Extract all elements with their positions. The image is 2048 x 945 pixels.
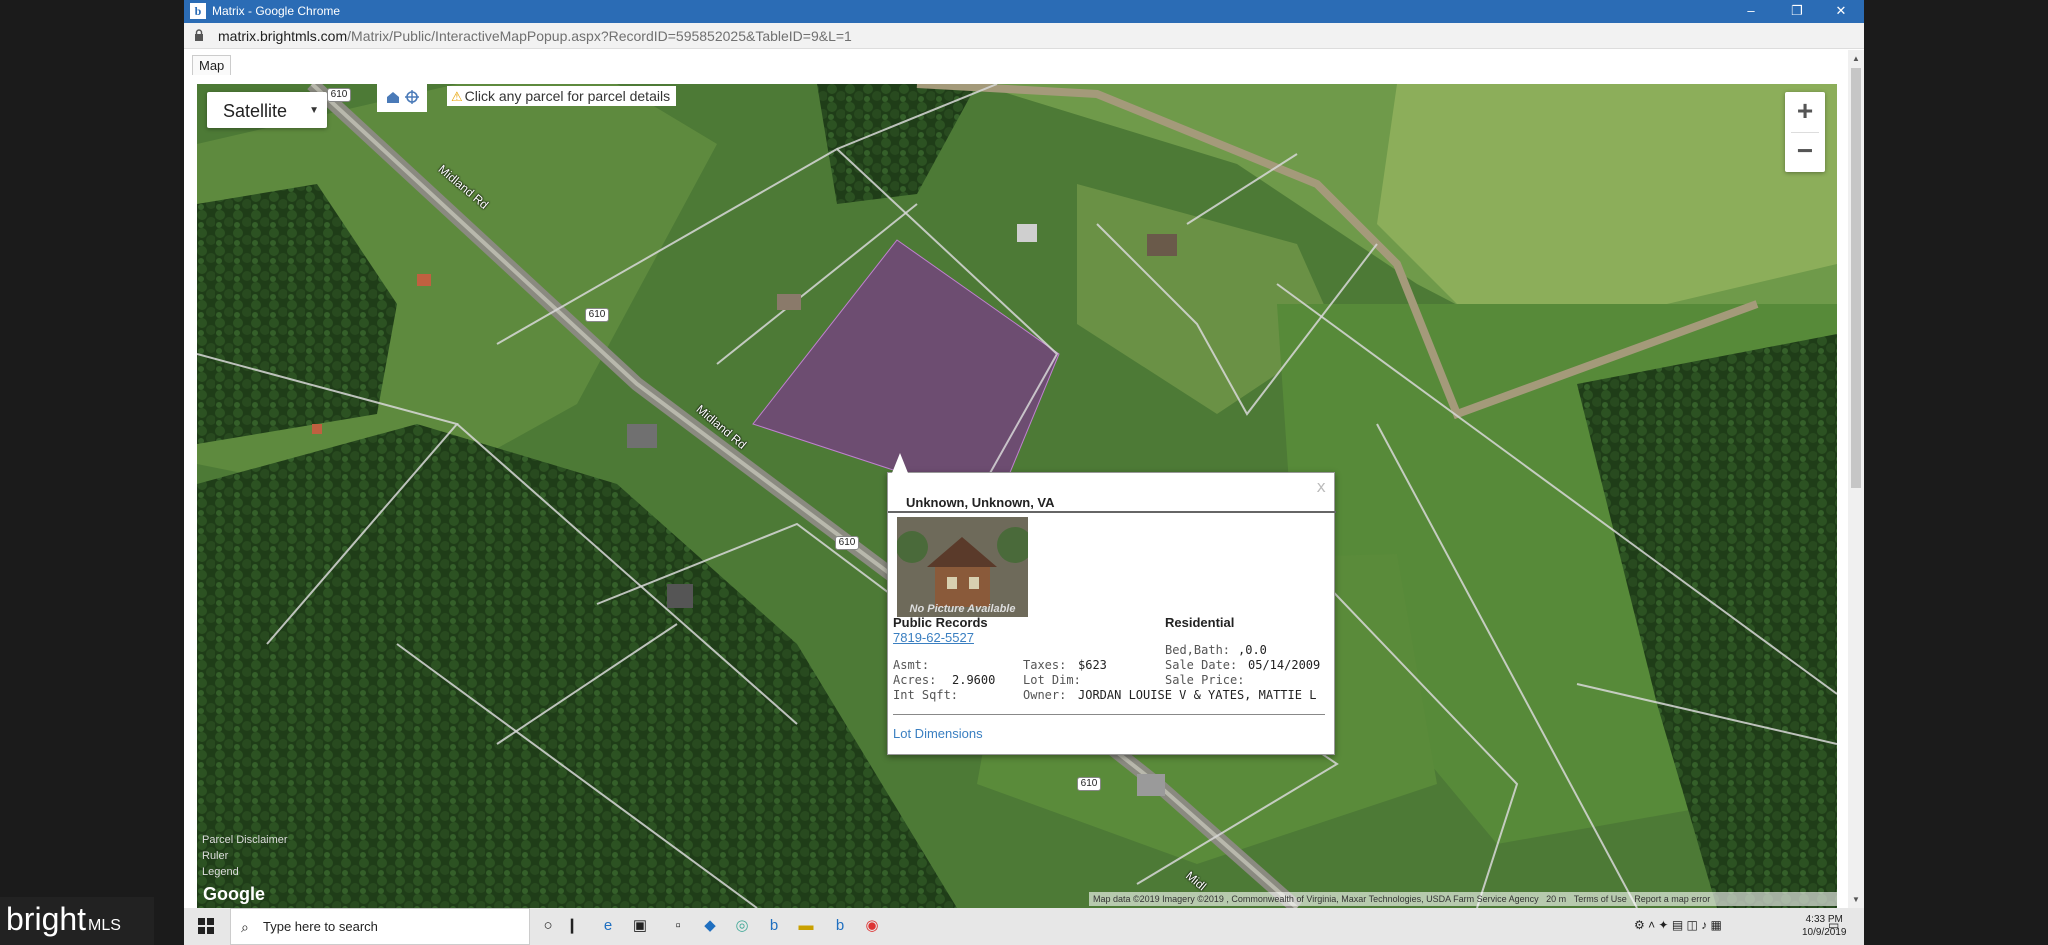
google-logo: Google <box>203 884 265 904</box>
parcel-layer-icon[interactable] <box>385 89 401 105</box>
lot-dim-label: Lot Dim: <box>1023 673 1081 687</box>
taxes-value: $623 <box>1078 658 1107 672</box>
clock-date: 10/9/2019 <box>1802 927 1847 938</box>
taskbar-clock[interactable]: 4:33 PM 10/9/2019 <box>1802 913 1847 939</box>
bing-icon[interactable]: b <box>764 916 784 936</box>
windows-taskbar: ⌕ Type here to search ○ ❙ e ▣ ▫ ◆ ◎ b ▬ … <box>184 908 1864 945</box>
sale-date-label: Sale Date: <box>1165 658 1238 672</box>
watermark-brand: bright <box>6 901 87 937</box>
asmt-label: Asmt: <box>893 658 930 672</box>
taskbar-search-placeholder: Type here to search <box>263 919 378 934</box>
tab-map[interactable]: Map <box>192 55 232 75</box>
watermark-suffix: MLS <box>88 917 121 934</box>
task-view-icon[interactable]: ❙ <box>562 916 582 936</box>
tray-icons[interactable]: ⚙ ˄ ✦ ▤ ◫ ♪ ▦ <box>1634 918 1722 932</box>
url-path: /Matrix/Public/InteractiveMapPopup.aspx?… <box>347 28 852 44</box>
url-text[interactable]: matrix.brightmls.com/Matrix/Public/Inter… <box>218 28 852 44</box>
popup-bottom-divider <box>893 714 1325 715</box>
acres-label: Acres: <box>893 673 937 687</box>
route-shield: 610 <box>1077 777 1101 791</box>
popup-close-icon[interactable]: x <box>1316 477 1326 496</box>
sale-date-value: 05/14/2009 <box>1248 658 1321 672</box>
zoom-control: + − <box>1785 92 1825 172</box>
app-icon[interactable]: ◎ <box>732 916 752 936</box>
map-attribution: Map data ©2019 Imagery ©2019 , Commonwea… <box>1089 892 1837 906</box>
page-scrollbar[interactable]: ▲ ▼ <box>1848 50 1864 908</box>
bed-bath-value: ,0.0 <box>1238 643 1267 657</box>
zoom-in-button[interactable]: + <box>1785 92 1825 132</box>
search-icon: ⌕ <box>241 919 249 935</box>
notifications-icon[interactable]: ▭ <box>1828 918 1839 932</box>
map-type-label: Satellite <box>223 101 288 121</box>
close-window-button[interactable]: ✕ <box>1818 0 1864 23</box>
lot-dimensions-link[interactable]: Lot Dimensions <box>893 726 983 741</box>
route-shield: 610 <box>327 88 351 102</box>
property-photo: No Picture Available <box>897 517 1028 617</box>
parcel-disclaimer-link[interactable]: Parcel Disclaimer <box>202 834 288 846</box>
map-tools <box>377 84 427 112</box>
url-host: matrix.brightmls.com <box>218 28 348 44</box>
popup-pointer <box>892 453 908 473</box>
screen-bezel-right <box>1864 0 2048 945</box>
cortana-icon[interactable]: ○ <box>538 916 558 936</box>
lock-icon <box>195 29 203 41</box>
house-placeholder-icon <box>897 517 1028 617</box>
public-records-heading: Public Records <box>893 615 988 630</box>
ruler-link[interactable]: Ruler <box>202 850 228 862</box>
sale-price-label: Sale Price: <box>1165 673 1245 687</box>
no-picture-text: No Picture Available <box>909 603 1016 615</box>
scroll-down-arrow-icon[interactable]: ▼ <box>1852 895 1860 904</box>
address-bar[interactable]: matrix.brightmls.com/Matrix/Public/Inter… <box>184 23 1864 49</box>
taxes-label: Taxes: <box>1023 658 1067 672</box>
windows-start-icon[interactable] <box>198 918 214 934</box>
route-shield: 610 <box>585 308 609 322</box>
notes-icon[interactable]: ▫ <box>668 916 688 936</box>
warning-icon: ⚠ <box>451 89 463 104</box>
edge-browser-icon[interactable]: e <box>598 916 618 936</box>
satellite-map[interactable]: Satellite ▼ ⚠ Click any parcel for parcel… <box>197 84 1837 908</box>
int-sqft-label: Int Sqft: <box>893 688 959 702</box>
window-titlebar: b Matrix - Google Chrome ‒ ❐ ✕ <box>184 0 1864 23</box>
page-tabstrip: Map <box>184 49 1864 79</box>
store-icon[interactable]: ▣ <box>630 916 650 936</box>
attribution-data: Map data ©2019 Imagery ©2019 , Commonwea… <box>1093 894 1539 904</box>
scroll-up-arrow-icon[interactable]: ▲ <box>1852 54 1860 63</box>
legend-link[interactable]: Legend <box>202 866 239 878</box>
maximize-button[interactable]: ❐ <box>1774 0 1820 23</box>
parcel-hint-text: Click any parcel for parcel details <box>464 88 671 104</box>
parcel-id-link[interactable]: 7819-62-5527 <box>893 630 974 645</box>
screen-bezel-left <box>0 0 184 945</box>
popup-address: Unknown, Unknown, VA <box>906 495 1055 510</box>
window-title: Matrix - Google Chrome <box>212 4 341 18</box>
route-shield: 610 <box>835 536 859 550</box>
terms-link[interactable]: Terms of Use <box>1574 894 1627 904</box>
zoom-out-button[interactable]: − <box>1785 132 1825 172</box>
chrome-icon[interactable]: ◉ <box>862 916 882 936</box>
matrix-app-icon: b <box>190 3 206 19</box>
parcel-hint: ⚠ Click any parcel for parcel details <box>447 86 677 106</box>
acres-value: 2.9600 <box>952 673 996 687</box>
taskbar-search-box[interactable]: ⌕ Type here to search <box>230 908 530 945</box>
file-explorer-icon[interactable]: ▬ <box>796 916 816 936</box>
matrix-taskbar-icon[interactable]: b <box>830 916 850 936</box>
scrollbar-thumb[interactable] <box>1851 68 1861 488</box>
parcel-info-popup: x Unknown, Unknown, VA No Picture Availa… <box>887 453 1336 755</box>
clock-time: 4:33 PM <box>1805 914 1843 925</box>
bed-bath-label: Bed,Bath: <box>1165 643 1231 657</box>
bright-mls-watermark: bright MLS <box>0 897 154 945</box>
owner-value: JORDAN LOUISE V & YATES, MATTIE L <box>1078 688 1317 702</box>
report-error-link[interactable]: Report a map error <box>1634 894 1710 904</box>
scale-label: 20 m <box>1546 894 1567 904</box>
minimize-button[interactable]: ‒ <box>1728 0 1774 23</box>
dropdown-caret-icon: ▼ <box>309 105 319 116</box>
dropbox-icon[interactable]: ◆ <box>700 916 720 936</box>
locate-crosshair-icon[interactable] <box>404 89 420 105</box>
map-type-dropdown[interactable]: Satellite ▼ <box>207 92 327 128</box>
property-type: Residential <box>1165 615 1235 630</box>
owner-label: Owner: <box>1023 688 1067 702</box>
popup-top-divider <box>888 511 1336 513</box>
